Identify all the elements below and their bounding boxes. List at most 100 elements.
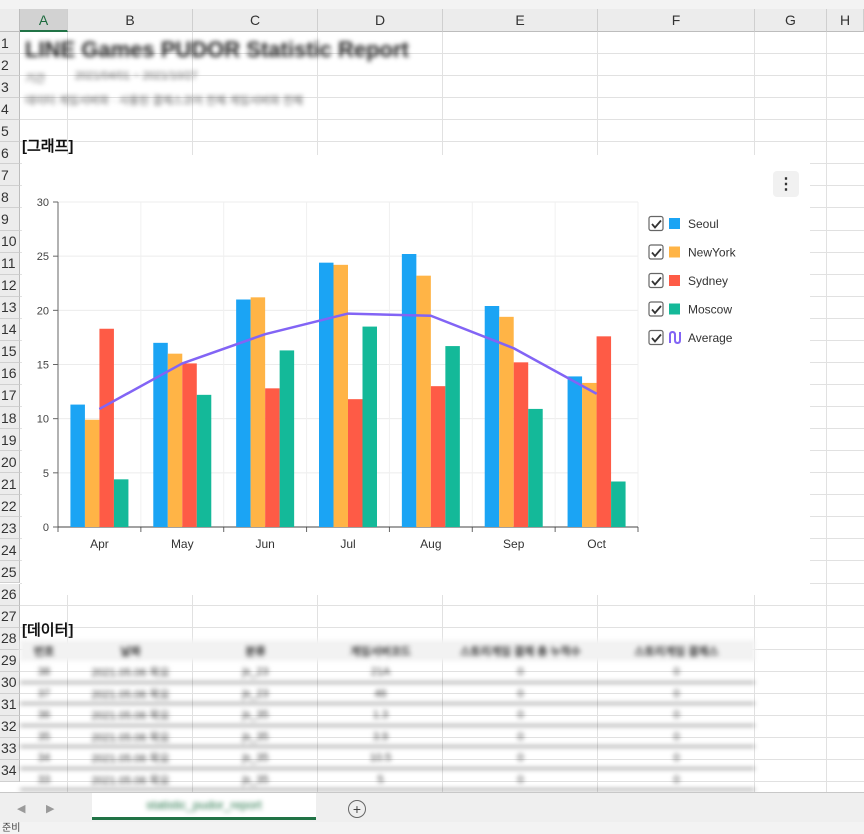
row-header-3[interactable]: 3 (0, 76, 20, 99)
table-cell[interactable]: js_23 (193, 662, 318, 683)
table-header-cell[interactable]: 스토리게임 결제스 (598, 640, 755, 661)
table-cell[interactable]: js_35 (193, 726, 318, 747)
table-cell[interactable]: 2021.05.06 목요 (68, 748, 193, 769)
table-cell[interactable]: 37 (20, 683, 68, 704)
bar-newyork-oct (582, 382, 597, 527)
table-cell[interactable]: 0 (443, 769, 598, 790)
x-tick-label: Oct (587, 537, 606, 551)
next-sheet-icon[interactable]: ▶ (46, 802, 54, 815)
row-header-26[interactable]: 26 (0, 583, 20, 606)
row-header-2[interactable]: 2 (0, 54, 20, 77)
column-header-f[interactable]: F (598, 9, 755, 32)
table-header-cell[interactable]: 게임서버코드 (318, 640, 443, 661)
table-cell[interactable]: 34 (20, 748, 68, 769)
row-header-13[interactable]: 13 (0, 296, 20, 319)
legend-swatch (669, 246, 680, 258)
table-cell[interactable]: 0 (598, 705, 755, 726)
y-tick-label: 15 (37, 360, 49, 372)
table-cell[interactable]: js_35 (193, 705, 318, 726)
row-header-7[interactable]: 7 (0, 164, 20, 187)
row-header-1[interactable]: 1 (0, 32, 20, 55)
table-header-cell[interactable]: 날짜 (68, 640, 193, 661)
table-header-cell[interactable]: 분류 (193, 640, 318, 661)
table-cell[interactable]: 0 (443, 726, 598, 747)
table-cell[interactable]: js_35 (193, 748, 318, 769)
row-header-4[interactable]: 4 (0, 98, 20, 121)
table-cell[interactable]: 35 (20, 726, 68, 747)
table-cell[interactable]: 33 (20, 769, 68, 790)
bar-sydney-jul (348, 399, 363, 527)
column-header-c[interactable]: C (193, 9, 318, 32)
row-header-11[interactable]: 11 (0, 252, 20, 275)
table-cell[interactable]: 5 (318, 769, 443, 790)
table-cell[interactable]: 0 (598, 726, 755, 747)
table-cell[interactable]: 21A (318, 662, 443, 683)
row-header-31[interactable]: 31 (0, 693, 20, 716)
table-cell[interactable]: 0 (598, 683, 755, 704)
table-cell[interactable]: 2021.05.06 목요 (68, 726, 193, 747)
table-cell[interactable]: 2021.05.06 목요 (68, 705, 193, 726)
table-cell[interactable]: 0 (443, 748, 598, 769)
column-header-b[interactable]: B (68, 9, 193, 32)
row-header-32[interactable]: 32 (0, 715, 20, 738)
row-header-28[interactable]: 28 (0, 627, 20, 650)
row-header-20[interactable]: 20 (0, 451, 20, 474)
row-header-23[interactable]: 23 (0, 517, 20, 540)
row-header-29[interactable]: 29 (0, 649, 20, 672)
table-cell[interactable]: 0 (443, 683, 598, 704)
table-cell[interactable]: 0 (598, 769, 755, 790)
spreadsheet: ABCDEFGH 1 2 3 4 5 6 7 8 9 10 11 12 13 14 15 16 17 18 19 20… (0, 0, 864, 834)
column-header-e[interactable]: E (443, 9, 598, 32)
row-header-22[interactable]: 22 (0, 495, 20, 518)
row-header-8[interactable]: 8 (0, 186, 20, 209)
row-header-24[interactable]: 24 (0, 539, 20, 562)
row-header-19[interactable]: 19 (0, 429, 20, 452)
column-header-d[interactable]: D (318, 9, 443, 32)
table-cell[interactable]: 0 (443, 705, 598, 726)
table-header-cell[interactable]: 번호 (20, 640, 68, 661)
table-cell[interactable]: 10.5 (318, 748, 443, 769)
bar-seoul-apr (70, 404, 85, 527)
column-header-g[interactable]: G (755, 9, 827, 32)
table-cell[interactable]: 36 (20, 705, 68, 726)
table-cell[interactable]: 0 (598, 748, 755, 769)
table-cell[interactable]: 2021.05.06 목요 (68, 662, 193, 683)
table-cell[interactable]: 0 (443, 662, 598, 683)
table-cell[interactable]: 46 (318, 683, 443, 704)
row-header-18[interactable]: 18 (0, 407, 20, 430)
row-header-34[interactable]: 34 (0, 759, 20, 783)
table-cell[interactable]: 1.3 (318, 705, 443, 726)
row-header-17[interactable]: 17 (0, 384, 20, 407)
row-header-30[interactable]: 30 (0, 671, 20, 694)
row-header-14[interactable]: 14 (0, 318, 20, 341)
row-header-21[interactable]: 21 (0, 473, 20, 496)
column-header-h[interactable]: H (827, 9, 864, 32)
select-all-corner[interactable] (0, 9, 20, 32)
row-header-10[interactable]: 10 (0, 230, 20, 253)
table-cell[interactable]: 3.9 (318, 726, 443, 747)
row-header-33[interactable]: 33 (0, 737, 20, 760)
data-table: 번호 날짜 분류 게임서버코드 스토리게임 결제 총 누적수 스토리게임 결제스 38 202… (20, 640, 755, 792)
add-sheet-icon[interactable]: + (348, 800, 366, 818)
row-header-15[interactable]: 15 (0, 340, 20, 363)
row-header-5[interactable]: 5 (0, 120, 20, 143)
row-header-27[interactable]: 27 (0, 605, 20, 628)
row-header-25[interactable]: 25 (0, 561, 20, 584)
sheet-tab-active[interactable]: statistic_pudor_report (92, 793, 316, 820)
table-cell[interactable]: js_35 (193, 769, 318, 790)
table-cell[interactable]: 2021.05.06 목요 (68, 769, 193, 790)
table-cell[interactable]: 38 (20, 662, 68, 683)
table-header-cell[interactable]: 스토리게임 결제 총 누적수 (443, 640, 598, 661)
prev-sheet-icon[interactable]: ◀ (17, 802, 25, 815)
row-header-6[interactable]: 6 (0, 142, 20, 165)
chart-menu-icon[interactable]: ⋮ (773, 171, 799, 197)
column-header-a[interactable]: A (20, 9, 68, 32)
row-header-9[interactable]: 9 (0, 208, 20, 231)
table-cell[interactable]: js_23 (193, 683, 318, 704)
chart-container[interactable]: 0 5 10 15 20 25 30 Apr May Jun Jul Aug Sep Oct Seoul Ne… (22, 155, 810, 595)
row-header-16[interactable]: 16 (0, 362, 20, 385)
legend-swatch (669, 218, 680, 229)
row-header-12[interactable]: 12 (0, 274, 20, 297)
table-cell[interactable]: 2021.05.06 목요 (68, 683, 193, 704)
table-cell[interactable]: 0 (598, 662, 755, 683)
